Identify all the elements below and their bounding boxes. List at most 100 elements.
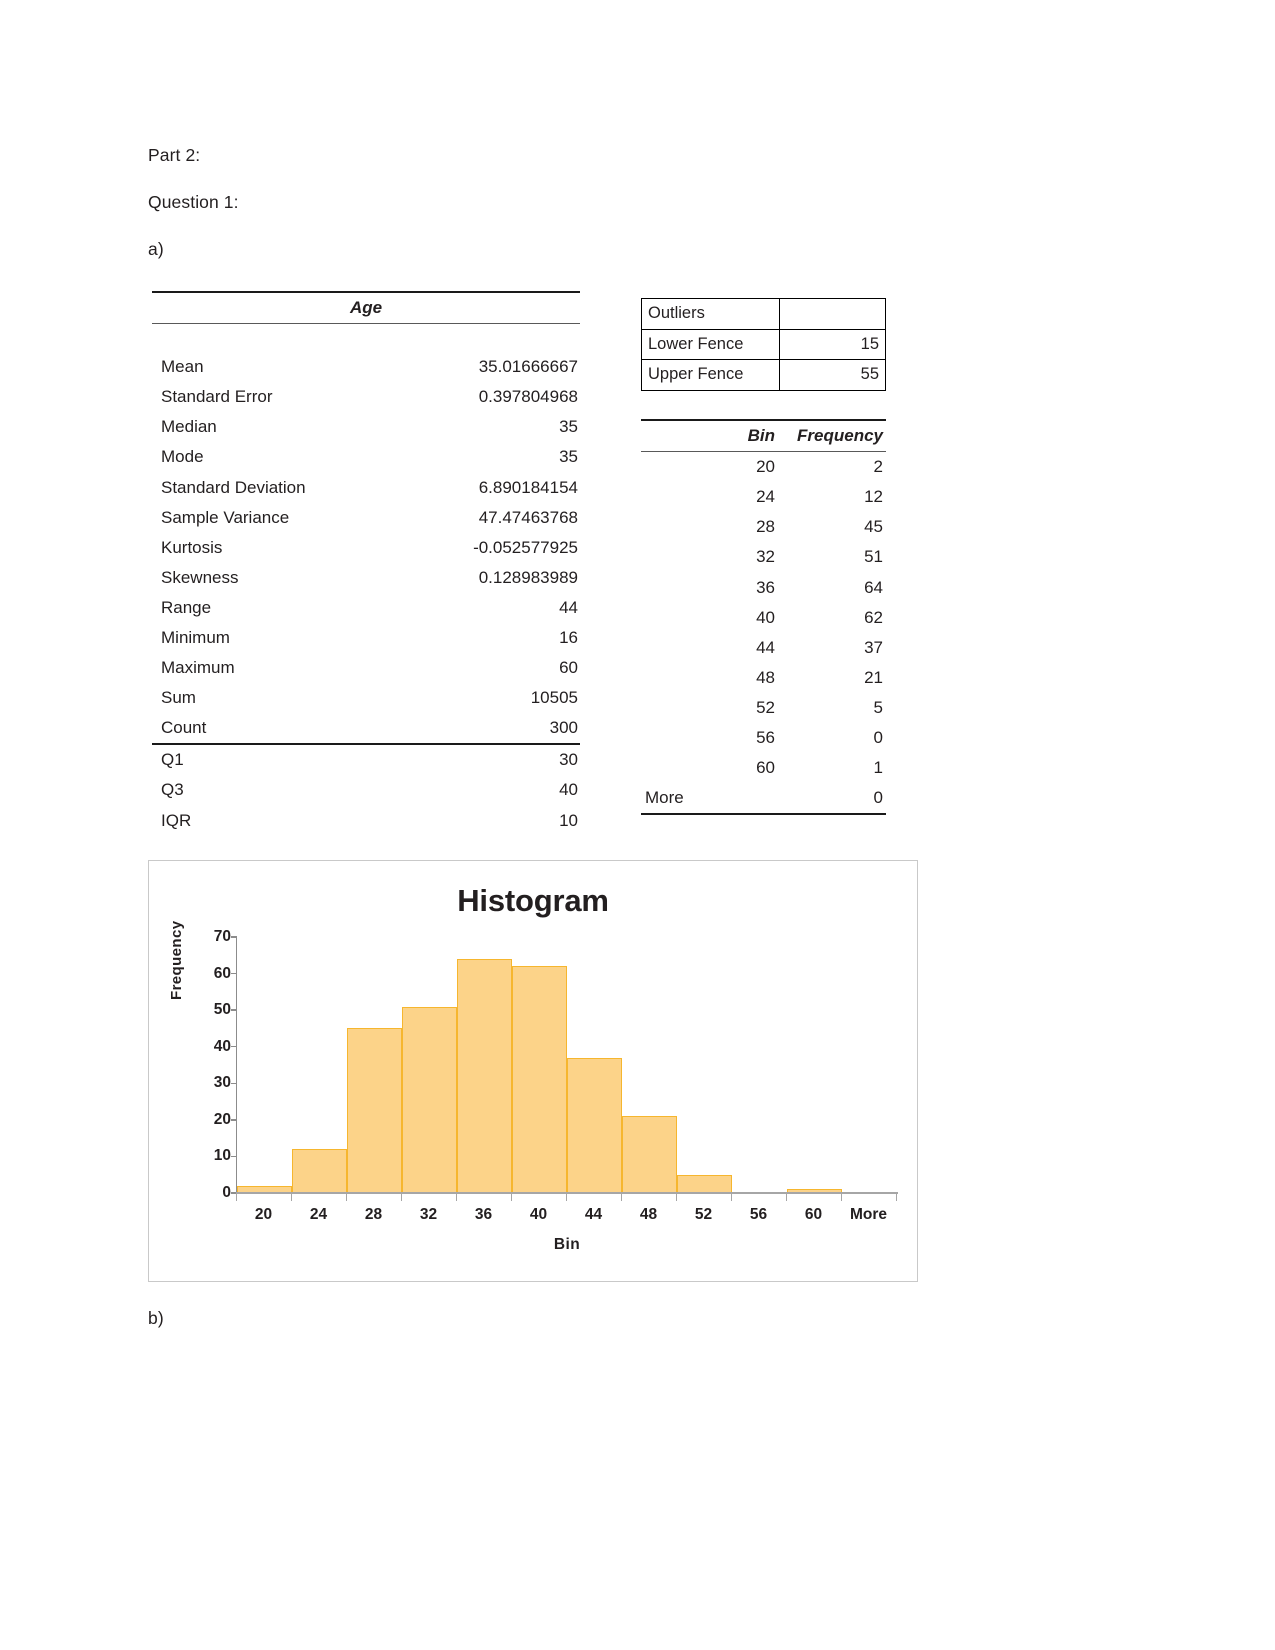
heading-question-1: Question 1:: [148, 192, 239, 212]
spacer-cell: [152, 324, 580, 353]
bin-row: 40 62: [641, 602, 886, 632]
stat-row: Mode 35: [152, 442, 580, 472]
bin-column-header: Bin: [641, 419, 793, 452]
histogram-bar: [292, 1149, 347, 1193]
stat-row: Sample Variance 47.47463768: [152, 502, 580, 532]
x-axis-tick-label: 40: [529, 1206, 548, 1223]
bin-row: 44 37: [641, 633, 886, 663]
x-axis-tick-mark: [731, 1194, 733, 1201]
histogram-bar: [677, 1174, 732, 1193]
x-axis-tick-mark: [346, 1194, 348, 1201]
x-axis-tick-mark: [401, 1194, 403, 1201]
stat-label: Kurtosis: [161, 537, 223, 557]
bin-value: 36: [756, 577, 775, 597]
histogram-bars: [237, 937, 897, 1193]
quartile-value: 10: [559, 810, 578, 830]
frequency-value: 62: [864, 607, 883, 627]
bin-row: 32 51: [641, 542, 886, 572]
x-axis-tick-label: 48: [639, 1206, 658, 1223]
quartile-row: Q3 40: [152, 775, 580, 805]
bin-row: 20 2: [641, 452, 886, 483]
bin-row: 28 45: [641, 512, 886, 542]
frequency-value: 0: [873, 727, 883, 747]
y-axis-tick-label: 70: [213, 928, 231, 945]
stat-row: Kurtosis -0.052577925: [152, 533, 580, 563]
frequency-value: 0: [793, 783, 886, 816]
outliers-row: Upper Fence 55: [641, 359, 886, 391]
histogram-bar: [567, 1057, 622, 1193]
bin-value: 24: [756, 487, 775, 507]
stat-label: Range: [161, 597, 212, 617]
bin-value: More: [641, 783, 793, 816]
stat-value: 0.397804968: [478, 387, 578, 407]
heading-item-b: b): [148, 1308, 164, 1328]
frequency-value: 51: [864, 547, 883, 567]
heading-part-2: Part 2:: [148, 145, 201, 165]
quartile-row: Q1 30: [152, 744, 580, 775]
bin-value: 48: [756, 667, 775, 687]
stat-row: Sum 10505: [152, 683, 580, 713]
histogram-bar: [457, 958, 512, 1193]
y-axis-tick-label: 20: [213, 1110, 231, 1128]
quartile-value: 40: [559, 780, 578, 800]
frequency-value: 21: [864, 667, 883, 687]
bin-row: 60 1: [641, 753, 886, 783]
quartile-label: IQR: [161, 810, 192, 830]
frequency-column-header: Frequency: [793, 419, 886, 452]
document-page: Part 2: Question 1: a) b) Age Mean 35.0166…: [0, 0, 1275, 1650]
stat-value: 47.47463768: [478, 507, 578, 527]
x-axis-tick-mark: [511, 1194, 513, 1201]
x-axis-tick-mark: [786, 1194, 788, 1201]
x-axis-tick-label: 20: [254, 1206, 273, 1223]
frequency-value: 64: [864, 577, 883, 597]
y-axis-tick-label: 40: [213, 1037, 231, 1055]
x-axis-tick-mark: [896, 1194, 898, 1201]
y-axis-tick-label: 60: [213, 964, 231, 982]
bin-value: 40: [756, 607, 775, 627]
stat-row: Count 300: [152, 713, 580, 746]
stat-row: Maximum 60: [152, 653, 580, 683]
outliers-row: Lower Fence 15: [641, 328, 886, 360]
histogram-bar: [347, 1028, 402, 1193]
stat-row: Standard Error 0.397804968: [152, 382, 580, 412]
quartile-value: 30: [559, 750, 578, 770]
bin-value: 56: [756, 727, 775, 747]
x-axis-tick-label: 24: [309, 1206, 328, 1223]
x-axis-tick-label: 32: [419, 1206, 438, 1223]
frequency-value: 2: [873, 457, 883, 477]
stat-value: 35: [559, 447, 578, 467]
y-axis-tick-label: 50: [213, 1001, 231, 1019]
frequency-value: 45: [864, 517, 883, 537]
x-axis-tick-label: 60: [804, 1206, 823, 1223]
stat-row: Skewness 0.128983989: [152, 563, 580, 593]
stat-row: Median 35: [152, 412, 580, 442]
stat-value: 44: [559, 597, 578, 617]
stat-label: Median: [161, 417, 217, 437]
stat-label: Sum: [161, 688, 196, 708]
y-axis-tick-label: 0: [222, 1184, 231, 1201]
histogram-bar: [402, 1006, 457, 1193]
histogram-bar: [512, 966, 567, 1193]
stat-row: Mean 35.01666667: [152, 352, 580, 382]
histogram-bar: [622, 1116, 677, 1193]
quartile-row: IQR 10: [152, 805, 580, 835]
outliers-label: Lower Fence: [641, 328, 780, 360]
outliers-value: [779, 298, 886, 330]
stat-value: 6.890184154: [478, 477, 578, 497]
stat-label: Minimum: [161, 627, 230, 647]
stat-label: Skewness: [161, 567, 239, 587]
outliers-row: Outliers: [641, 298, 886, 330]
stat-label: Count: [152, 713, 405, 746]
bin-frequency-table: Bin Frequency 20 2 24 12 28 45 32 51 36 64 40 62 44 37 4…: [641, 419, 886, 816]
stat-label: Standard Error: [161, 387, 273, 407]
stat-label: Mode: [161, 447, 204, 467]
bin-row: 56 0: [641, 723, 886, 753]
outliers-table: Outliers Lower Fence 15 Upper Fence 55: [641, 298, 886, 391]
descriptive-statistics-table: Age Mean 35.01666667 Standard Error 0.397804…: [152, 291, 580, 836]
stat-row: Minimum 16: [152, 623, 580, 653]
x-axis-tick-mark: [676, 1194, 678, 1201]
bin-value: 28: [756, 517, 775, 537]
bin-value: 60: [756, 758, 775, 778]
heading-item-a: a): [148, 239, 164, 259]
x-axis-tick-label: 56: [749, 1206, 768, 1223]
